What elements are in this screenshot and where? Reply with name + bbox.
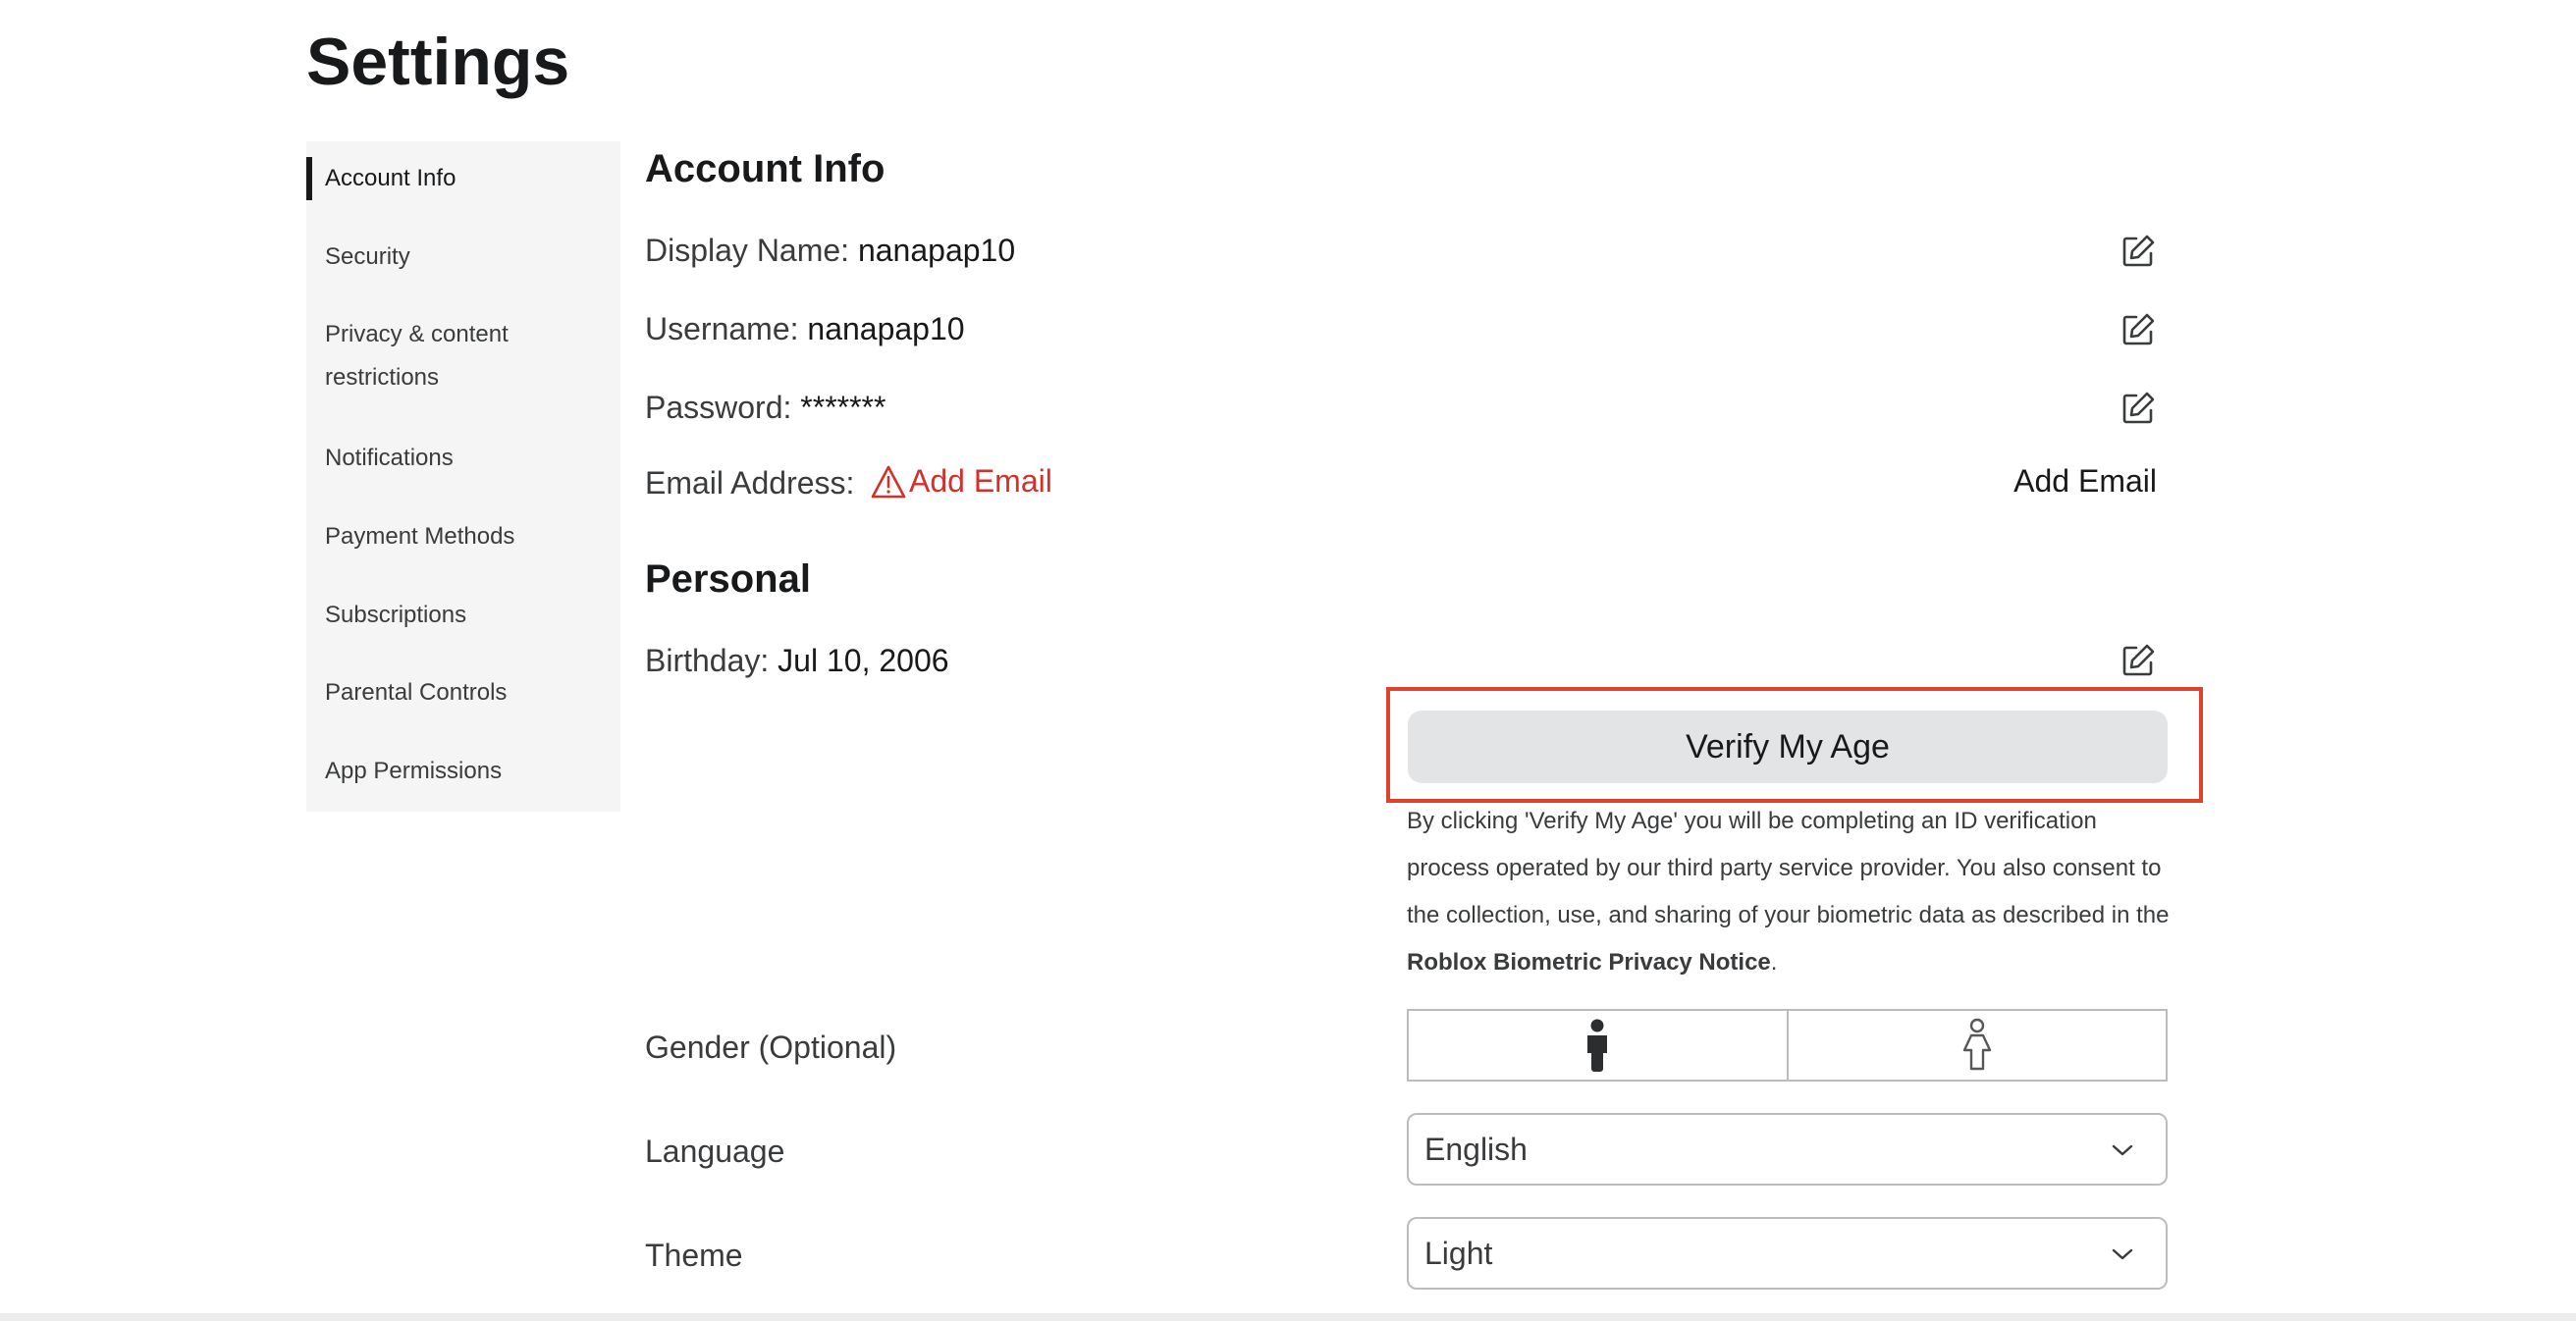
birthday-row: Birthday: Jul 10, 2006 [645,643,949,679]
password-row: Password: ******* [645,390,886,426]
verify-my-age-button[interactable]: Verify My Age [1408,711,2168,783]
language-label: Language [645,1134,785,1169]
settings-sidebar: Account Info Security Privacy & content … [306,141,620,812]
sidebar-item-payment-methods[interactable]: Payment Methods [306,515,620,558]
sidebar-item-subscriptions[interactable]: Subscriptions [306,594,620,637]
sidebar-item-label: App Permissions [325,758,503,784]
add-email-button[interactable]: Add Email [2013,463,2157,500]
sidebar-item-label: Parental Controls [325,679,508,706]
sidebar-item-account-info[interactable]: Account Info [306,157,620,200]
chevron-down-icon [2112,1144,2133,1156]
sidebar-item-label-line2: restrictions [325,364,440,391]
sidebar-item-app-permissions[interactable]: App Permissions [306,750,620,793]
chevron-down-icon [2112,1248,2133,1260]
display-name-value: nanapap10 [857,233,1016,268]
verify-disclaimer: By clicking 'Verify My Age' you will be … [1407,798,2182,986]
username-value: nanapap10 [807,311,965,346]
sidebar-item-label: Account Info [325,165,456,191]
sidebar-item-label: Subscriptions [325,602,467,628]
edit-username-button[interactable] [2119,310,2158,349]
add-email-warning-link[interactable]: Add Email [870,463,1052,500]
birthday-value: Jul 10, 2006 [778,643,949,678]
male-icon [1587,1019,1608,1072]
gender-male-button[interactable] [1409,1011,1787,1080]
sidebar-item-label: Security [325,243,410,270]
sidebar-item-privacy[interactable]: Privacy & content restrictions [306,313,620,399]
edit-icon [2122,313,2155,345]
edit-icon [2122,235,2155,267]
theme-selected-value: Light [1424,1236,1493,1271]
edit-display-name-button[interactable] [2119,232,2158,271]
display-name-label: Display Name: [645,233,850,268]
sidebar-item-label: Privacy & content [325,321,509,347]
edit-icon [2122,392,2155,424]
sidebar-item-label: Payment Methods [325,523,515,550]
gender-female-button[interactable] [1786,1011,2167,1080]
password-label: Password: [645,390,792,425]
display-name-row: Display Name: nanapap10 [645,233,1015,269]
edit-birthday-button[interactable] [2119,641,2158,680]
gender-label: Gender (Optional) [645,1030,897,1065]
bottom-divider [0,1313,2576,1321]
sidebar-item-label: Notifications [325,445,454,471]
verify-disclaimer-end: . [1770,949,1778,976]
warning-icon [871,465,906,498]
biometric-privacy-notice-link[interactable]: Roblox Biometric Privacy Notice [1407,949,1771,976]
sidebar-item-security[interactable]: Security [306,236,620,279]
username-label: Username: [645,311,799,346]
page-title: Settings [306,25,570,99]
verify-disclaimer-text: By clicking 'Verify My Age' you will be … [1407,808,2170,928]
personal-heading: Personal [645,557,811,601]
theme-label: Theme [645,1238,743,1273]
birthday-label: Birthday: [645,643,770,678]
password-value: ******* [800,390,886,425]
username-row: Username: nanapap10 [645,311,965,347]
theme-select[interactable]: Light [1407,1217,2168,1290]
language-selected-value: English [1424,1132,1528,1167]
edit-password-button[interactable] [2119,389,2158,428]
sidebar-item-notifications[interactable]: Notifications [306,437,620,480]
language-select[interactable]: English [1407,1113,2168,1186]
female-icon [1962,1018,1991,1071]
gender-selector [1407,1009,2168,1082]
sidebar-item-parental-controls[interactable]: Parental Controls [306,671,620,714]
account-info-heading: Account Info [645,147,886,190]
add-email-warning-label: Add Email [909,463,1052,499]
email-label: Email Address: [645,465,855,501]
edit-icon [2122,644,2155,676]
